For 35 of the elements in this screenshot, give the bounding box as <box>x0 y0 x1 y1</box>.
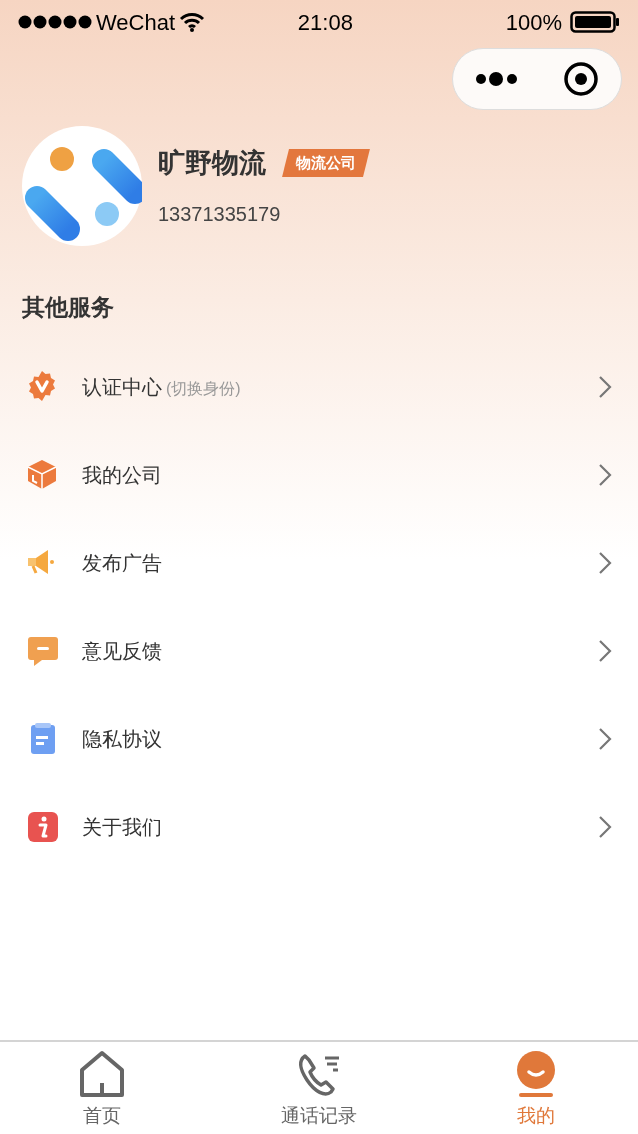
carrier-name: WeChat <box>96 8 176 37</box>
menu-item[interactable]: 隐私协议 <box>0 694 638 783</box>
company-name: 旷野物流 <box>158 146 266 180</box>
menu-item[interactable]: 发布广告 <box>0 518 638 607</box>
chevron-right-icon <box>598 374 612 399</box>
menu-label: 认证中心 <box>82 374 162 400</box>
menu-label: 关于我们 <box>82 814 162 840</box>
chevron-right-icon <box>598 462 612 487</box>
phone-number: 13371335179 <box>158 202 282 228</box>
signal-icon <box>18 15 92 29</box>
battery-percent: 100% <box>505 8 562 37</box>
wifi-icon <box>179 12 206 32</box>
menu-label: 我的公司 <box>82 462 162 488</box>
home-icon[interactable] <box>77 1050 126 1098</box>
menu-item[interactable]: 我的公司 <box>0 430 638 519</box>
menu-item[interactable]: 意见反馈 <box>0 606 638 695</box>
company-type-tag: 物流公司 <box>282 148 370 178</box>
chevron-right-icon <box>598 550 612 575</box>
menu-item[interactable]: 关于我们 <box>0 782 638 871</box>
more-icon[interactable] <box>475 71 519 87</box>
close-icon[interactable] <box>563 61 599 97</box>
menu-label: 发布广告 <box>82 550 162 576</box>
section-title: 其他服务 <box>21 293 115 322</box>
menu-label: 意见反馈 <box>82 638 162 664</box>
battery-icon <box>570 11 620 33</box>
chevron-right-icon <box>598 638 612 663</box>
chevron-right-icon <box>598 814 612 839</box>
tab-item[interactable]: 首页 <box>0 1042 204 1134</box>
info-icon <box>26 809 60 844</box>
status-time: 21:08 <box>296 8 354 37</box>
menu-note: (切换身份) <box>166 378 241 399</box>
chevron-right-icon <box>598 726 612 751</box>
tab-item[interactable]: 通话记录 <box>203 1042 435 1134</box>
menu-label: 隐私协议 <box>82 726 162 752</box>
menu-item[interactable]: 认证中心 (切换身份) <box>0 342 638 431</box>
